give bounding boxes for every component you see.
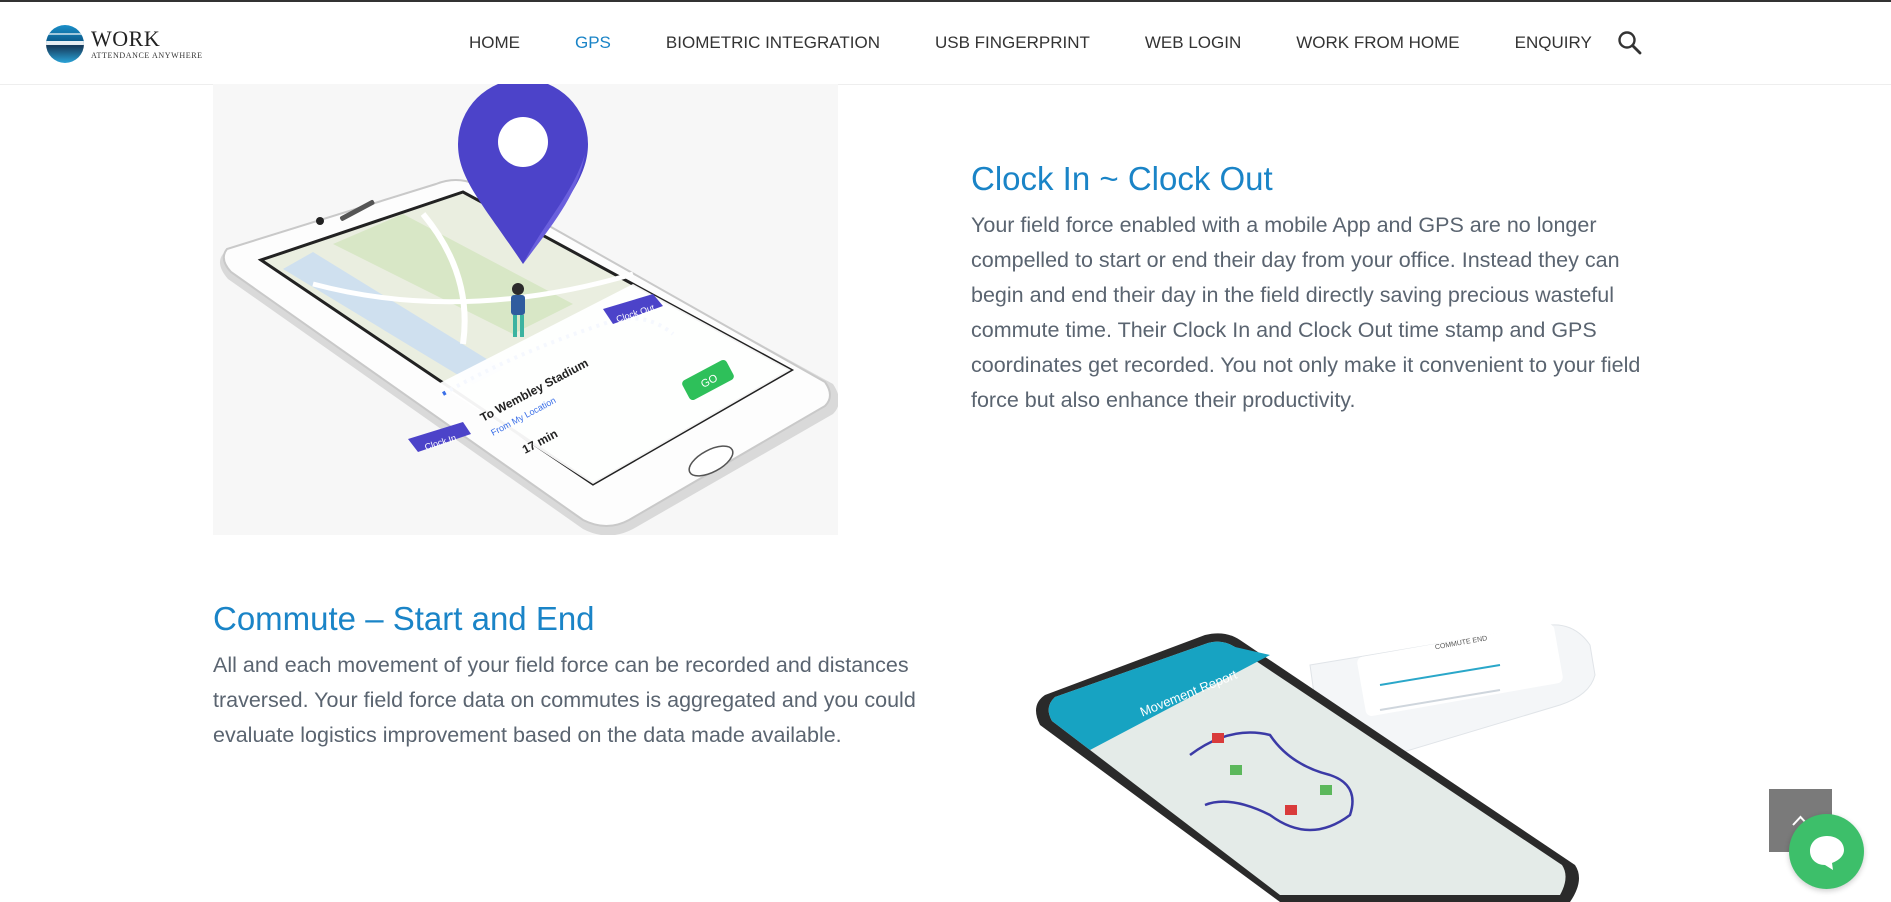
nav-item-usb-fingerprint[interactable]: USB FINGERPRINT	[935, 33, 1090, 53]
logo-tagline: ATTENDANCE ANYWHERE	[91, 51, 203, 60]
gps-phone-illustration: GO To Wembley Stadium From My Location 1…	[213, 84, 838, 535]
site-logo[interactable]: WORK ATTENDANCE ANYWHERE	[46, 22, 203, 66]
section-body: All and each movement of your field forc…	[213, 653, 916, 747]
section-title: Clock In ~ Clock Out	[971, 160, 1273, 197]
nav-item-work-from-home[interactable]: WORK FROM HOME	[1296, 33, 1459, 53]
nav-item-web-login[interactable]: WEB LOGIN	[1145, 33, 1241, 53]
nav-item-enquiry[interactable]: ENQUIRY	[1515, 33, 1592, 53]
nav-item-home[interactable]: HOME	[469, 33, 520, 53]
section-body: Your field force enabled with a mobile A…	[971, 213, 1641, 412]
site-header: WORK ATTENDANCE ANYWHERE HOME GPS BIOMET…	[0, 2, 1891, 85]
nav-item-gps[interactable]: GPS	[575, 33, 611, 53]
chat-widget-button[interactable]	[1789, 814, 1864, 889]
nav-item-biometric-integration[interactable]: BIOMETRIC INTEGRATION	[666, 33, 880, 53]
movement-report-illustration: COMMUTE END Movement Report	[1036, 624, 1596, 902]
globe-icon	[46, 25, 84, 63]
main-nav: HOME GPS BIOMETRIC INTEGRATION USB FINGE…	[469, 2, 1647, 84]
commute-section: Commute – Start and End All and each mov…	[213, 600, 933, 753]
clock-in-out-section: Clock In ~ Clock Out Your field force en…	[971, 160, 1671, 418]
chat-icon	[1809, 835, 1844, 870]
section-title: Commute – Start and End	[213, 600, 595, 637]
search-icon[interactable]	[1617, 30, 1643, 56]
logo-wordmark: WORK	[91, 26, 161, 51]
